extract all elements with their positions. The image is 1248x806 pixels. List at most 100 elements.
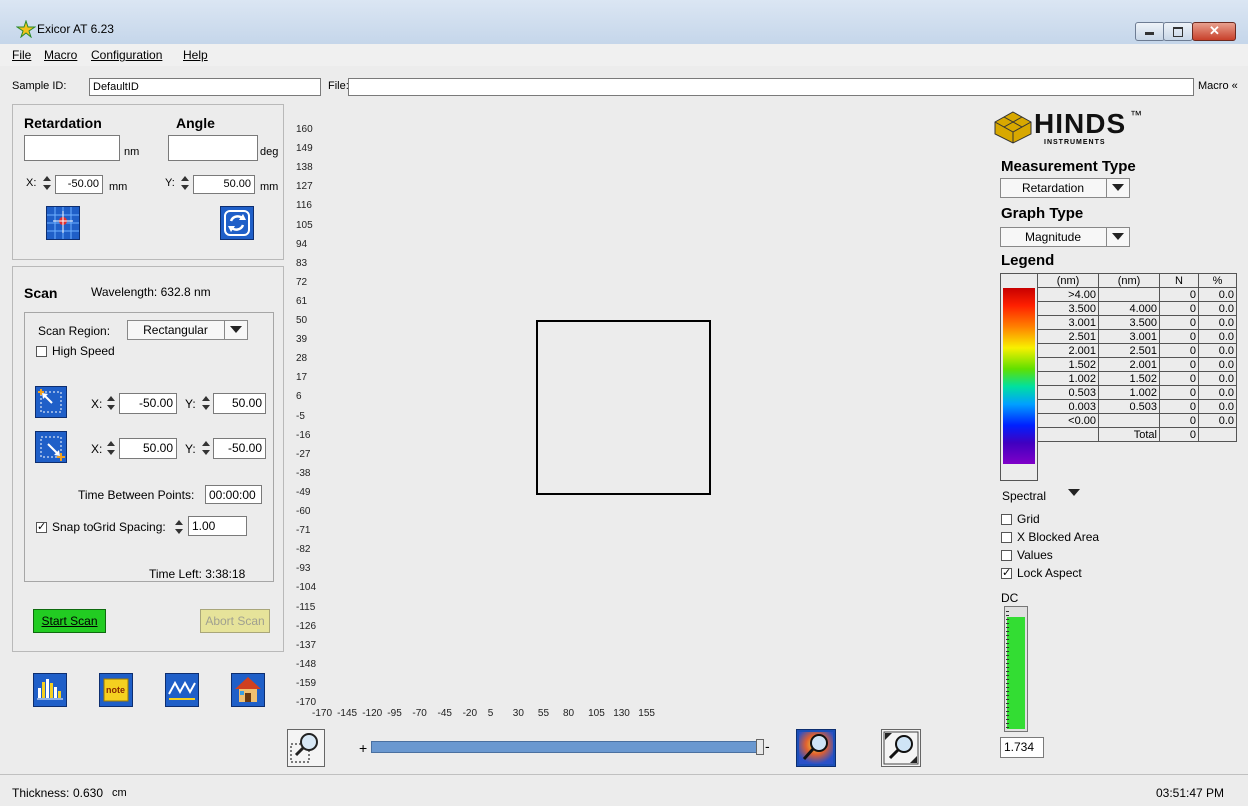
set-end-corner-button[interactable] <box>35 431 67 463</box>
zoom-region-button[interactable] <box>287 729 325 767</box>
y-tick-label: -27 <box>296 448 311 460</box>
maximize-button[interactable] <box>1163 22 1193 41</box>
grid-spacing-spinner[interactable] <box>175 519 184 535</box>
x-tick-label: 80 <box>563 708 575 719</box>
note-button[interactable]: note <box>99 673 133 707</box>
high-speed-checkbox[interactable] <box>36 346 47 357</box>
y-field[interactable]: 50.00 <box>193 175 255 194</box>
time-between-field[interactable]: 00:00:00 <box>205 485 262 504</box>
scan-region-label: Scan Region: <box>38 324 111 338</box>
legend-cell: 2.501 <box>1098 343 1160 358</box>
logo-tm: ™ <box>1130 108 1142 122</box>
menu-macro[interactable]: Macro <box>44 48 77 62</box>
legend-cell: 0 <box>1159 315 1199 330</box>
retardation-unit: nm <box>124 146 140 158</box>
x-spinner[interactable] <box>43 175 52 191</box>
end-y-field[interactable]: -50.00 <box>213 438 266 459</box>
zoom-fit-button[interactable] <box>881 729 921 767</box>
x-tick-label: -120 <box>362 708 383 719</box>
zoom-slider-thumb[interactable] <box>756 739 764 755</box>
angle-value <box>168 135 258 161</box>
start-y-spinner[interactable] <box>202 395 211 411</box>
y-tick-label: -82 <box>296 544 311 556</box>
sample-id-field[interactable]: DefaultID <box>89 78 321 96</box>
zoom-color-button[interactable] <box>796 729 836 767</box>
scan-region-dropdown[interactable]: Rectangular <box>127 320 248 340</box>
spectral-dropdown-icon[interactable] <box>1068 489 1080 496</box>
graph-type-dropdown[interactable]: Magnitude <box>1000 227 1130 247</box>
option-checkbox[interactable] <box>1001 532 1012 543</box>
right-panel: HINDS ™ INSTRUMENTS Measurement Type Ret… <box>990 104 1240 774</box>
time-between-label: Time Between Points: <box>78 488 195 502</box>
y-tick-label: 138 <box>296 162 313 174</box>
legend-cell: 0.0 <box>1198 315 1237 330</box>
macro-toggle[interactable]: Macro « <box>1198 80 1238 92</box>
start-y-field[interactable]: 50.00 <box>213 393 266 414</box>
menu-configuration[interactable]: Configuration <box>91 48 162 62</box>
y-tick-label: -49 <box>296 486 311 498</box>
dc-meter <box>1004 606 1028 732</box>
y-spinner[interactable] <box>181 175 190 191</box>
start-scan-button[interactable]: Start Scan <box>33 609 106 633</box>
histogram-button[interactable] <box>33 673 67 707</box>
y-tick-label: 17 <box>296 372 308 384</box>
snap-checkbox[interactable]: ✓ <box>36 522 47 533</box>
scan-settings-group: Scan Region: Rectangular High Speed X: -… <box>24 312 274 582</box>
set-start-corner-button[interactable] <box>35 386 67 418</box>
x-field[interactable]: -50.00 <box>55 175 103 194</box>
dc-label: DC <box>1001 591 1019 605</box>
menu-bar: File Macro Configuration Help <box>0 44 1248 66</box>
map-target-button[interactable] <box>46 206 80 240</box>
legend-cell: 0 <box>1159 427 1199 442</box>
app-window: Exicor AT 6.23 ✕ File Macro Configuratio… <box>0 0 1248 806</box>
y-tick-label: -5 <box>296 410 305 422</box>
grid-spacing-field[interactable]: 1.00 <box>188 516 247 536</box>
minimize-button[interactable] <box>1135 22 1165 41</box>
home-button[interactable] <box>231 673 265 707</box>
x-tick-label: 30 <box>512 708 524 719</box>
menu-file[interactable]: File <box>12 48 31 62</box>
start-x-spinner[interactable] <box>107 395 116 411</box>
home-icon <box>235 677 261 702</box>
end-y-spinner[interactable] <box>202 440 211 456</box>
y-tick-label: -115 <box>296 601 316 613</box>
profile-button[interactable] <box>165 673 199 707</box>
refresh-button[interactable] <box>220 206 254 240</box>
menu-help[interactable]: Help <box>183 48 208 62</box>
x-unit: mm <box>109 181 128 193</box>
y-tick-label: 72 <box>296 276 308 288</box>
y-tick-label: -93 <box>296 563 311 575</box>
option-checkbox[interactable]: ✓ <box>1001 568 1012 579</box>
y-tick-label: -60 <box>296 506 311 517</box>
display-options: Grid X Blocked Area Values ✓ Lock Aspect <box>1000 512 1200 584</box>
start-x-field[interactable]: -50.00 <box>119 393 177 414</box>
y-unit: mm <box>260 181 279 193</box>
abort-scan-button[interactable]: Abort Scan <box>200 609 270 633</box>
legend-cell: 0 <box>1159 301 1199 316</box>
file-field[interactable] <box>348 78 1194 96</box>
x-tick-label: 5 <box>487 708 494 719</box>
option-checkbox[interactable] <box>1001 550 1012 561</box>
svg-text:note: note <box>106 685 125 695</box>
measurement-type-dropdown[interactable]: Retardation <box>1000 178 1130 198</box>
legend-cell <box>1198 427 1237 442</box>
zoom-slider[interactable] <box>371 739 764 755</box>
start-y-label: Y: <box>185 397 196 411</box>
legend-row: 1.502 2.001 0 0.0 <box>1037 357 1237 372</box>
option-checkbox[interactable] <box>1001 514 1012 525</box>
x-tick-label: 155 <box>638 708 655 719</box>
scan-heading: Scan <box>24 285 58 301</box>
time-left-text: Time Left: 3:38:18 <box>149 567 246 581</box>
legend-cell: 0.0 <box>1198 287 1237 302</box>
end-x-field[interactable]: 50.00 <box>119 438 177 459</box>
legend-cell: 0.0 <box>1198 329 1237 344</box>
y-tick-label: 116 <box>296 200 312 212</box>
zoom-out-symbol: - <box>765 738 770 754</box>
legend-cell: 0.503 <box>1037 385 1099 400</box>
legend-header-cell: (nm) <box>1037 273 1099 288</box>
close-button[interactable]: ✕ <box>1192 22 1236 41</box>
angle-unit: deg <box>260 146 279 158</box>
scan-region-rectangle[interactable] <box>536 320 711 495</box>
end-x-spinner[interactable] <box>107 440 116 456</box>
x-tick-label: -20 <box>462 708 478 719</box>
